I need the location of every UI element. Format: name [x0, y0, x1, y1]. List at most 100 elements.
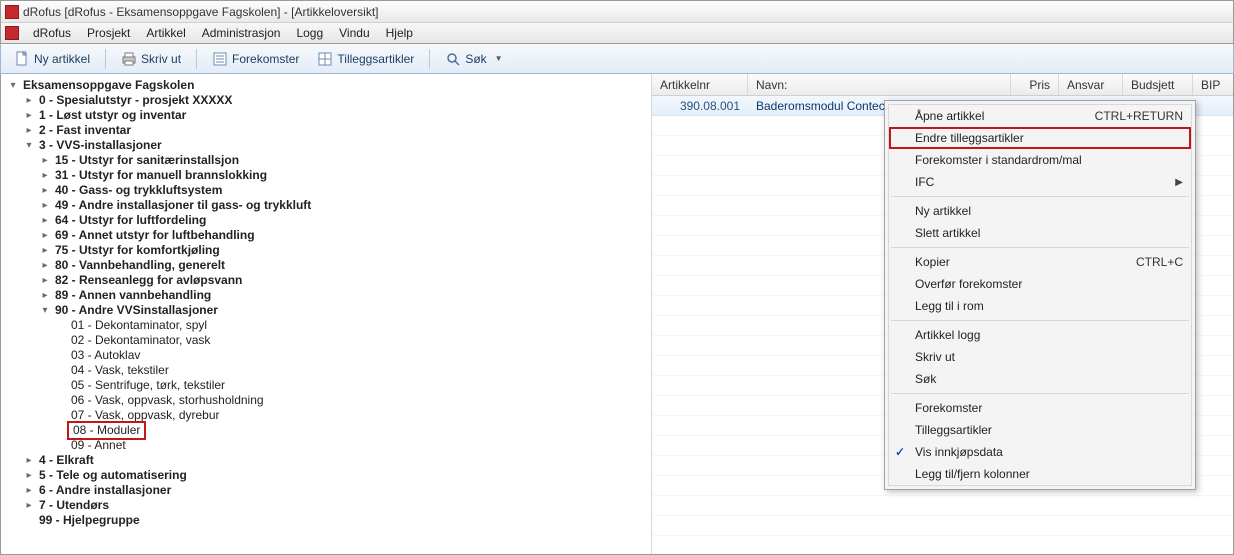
- ctx-article-log[interactable]: Artikkel logg: [889, 324, 1191, 346]
- expand-icon[interactable]: [39, 215, 51, 227]
- ctx-show-purchase-data[interactable]: ✓ Vis innkjøpsdata: [889, 441, 1191, 463]
- expand-icon[interactable]: [23, 500, 35, 512]
- ctx-search[interactable]: Søk: [889, 368, 1191, 390]
- ctx-addon-articles[interactable]: Tilleggsartikler: [889, 419, 1191, 441]
- expand-icon[interactable]: [23, 140, 35, 152]
- tree-leaf[interactable]: 09 - Annet: [55, 438, 649, 453]
- article-tree[interactable]: Eksamensoppgave Fagskolen 0 - Spesialuts…: [3, 78, 649, 528]
- tree-node[interactable]: 90 - Andre VVSinstallasjoner: [39, 303, 649, 318]
- menu-administrasjon[interactable]: Administrasjon: [194, 24, 289, 42]
- tree-node[interactable]: 1 - Løst utstyr og inventar: [23, 108, 649, 123]
- menu-prosjekt[interactable]: Prosjekt: [79, 24, 138, 42]
- expand-icon[interactable]: [39, 155, 51, 167]
- tree-node[interactable]: 0 - Spesialutstyr - prosjekt XXXXX: [23, 93, 649, 108]
- toolbar-label: Tilleggsartikler: [337, 52, 414, 66]
- tree-node[interactable]: 15 - Utstyr for sanitærinstallsjon: [39, 153, 649, 168]
- tree-leaf[interactable]: 06 - Vask, oppvask, storhusholdning: [55, 393, 649, 408]
- column-header-artikkelnr[interactable]: Artikkelnr: [652, 74, 748, 95]
- ctx-label: Legg til/fjern kolonner: [915, 467, 1030, 481]
- tree-leaf-selected[interactable]: 08 - Moduler: [55, 423, 649, 438]
- menu-vindu[interactable]: Vindu: [331, 24, 377, 42]
- column-header-pris[interactable]: Pris: [1011, 74, 1059, 95]
- tree-node[interactable]: 40 - Gass- og trykkluftsystem: [39, 183, 649, 198]
- tree-label: 1 - Løst utstyr og inventar: [37, 108, 188, 123]
- ctx-copy[interactable]: Kopier CTRL+C: [889, 251, 1191, 273]
- menu-drofus[interactable]: dRofus: [25, 24, 79, 42]
- ctx-occurrences-standardroom[interactable]: Forekomster i standardrom/mal: [889, 149, 1191, 171]
- expand-icon: [55, 440, 67, 452]
- ctx-transfer-occurrences[interactable]: Overfør forekomster: [889, 273, 1191, 295]
- tree-node[interactable]: 49 - Andre installasjoner til gass- og t…: [39, 198, 649, 213]
- addon-articles-button[interactable]: Tilleggsartikler: [310, 47, 421, 71]
- tree-leaf[interactable]: 02 - Dekontaminator, vask: [55, 333, 649, 348]
- expand-icon[interactable]: [39, 200, 51, 212]
- tree-node[interactable]: 69 - Annet utstyr for luftbehandling: [39, 228, 649, 243]
- ctx-add-to-room[interactable]: Legg til i rom: [889, 295, 1191, 317]
- ctx-print[interactable]: Skriv ut: [889, 346, 1191, 368]
- tree-label: 64 - Utstyr for luftfordeling: [53, 213, 208, 228]
- expand-icon[interactable]: [39, 305, 51, 317]
- ctx-label: Vis innkjøpsdata: [915, 445, 1003, 459]
- expand-icon[interactable]: [23, 470, 35, 482]
- expand-icon[interactable]: [23, 125, 35, 137]
- menu-artikkel[interactable]: Artikkel: [138, 24, 193, 42]
- ctx-occurrences[interactable]: Forekomster: [889, 397, 1191, 419]
- tree-node[interactable]: 80 - Vannbehandling, generelt: [39, 258, 649, 273]
- toolbar: Ny artikkel Skriv ut Forekomster Tillegg…: [0, 44, 1234, 74]
- tree-leaf[interactable]: 05 - Sentrifuge, tørk, tekstiler: [55, 378, 649, 393]
- ctx-add-remove-columns[interactable]: Legg til/fjern kolonner: [889, 463, 1191, 485]
- column-header-bip[interactable]: BIP: [1193, 74, 1233, 95]
- column-header-navn[interactable]: Navn:: [748, 74, 1011, 95]
- tree-node[interactable]: 4 - Elkraft: [23, 453, 649, 468]
- expand-icon[interactable]: [39, 260, 51, 272]
- tree-node[interactable]: 6 - Andre installasjoner: [23, 483, 649, 498]
- tree-node[interactable]: 3 - VVS-installasjoner: [23, 138, 649, 153]
- expand-icon[interactable]: [39, 170, 51, 182]
- tree-label: 75 - Utstyr for komfortkjøling: [53, 243, 222, 258]
- new-article-button[interactable]: Ny artikkel: [7, 47, 97, 71]
- ctx-label: Kopier: [915, 255, 950, 269]
- expand-icon[interactable]: [23, 485, 35, 497]
- expand-icon: [55, 380, 67, 392]
- menu-hjelp[interactable]: Hjelp: [378, 24, 421, 42]
- ctx-delete-article[interactable]: Slett artikkel: [889, 222, 1191, 244]
- tree-node[interactable]: 82 - Renseanlegg for avløpsvann: [39, 273, 649, 288]
- occurrences-button[interactable]: Forekomster: [205, 47, 306, 71]
- toolbar-label: Forekomster: [232, 52, 299, 66]
- expand-icon[interactable]: [23, 110, 35, 122]
- tree-leaf[interactable]: 03 - Autoklav: [55, 348, 649, 363]
- column-header-ansvar[interactable]: Ansvar: [1059, 74, 1123, 95]
- expand-icon[interactable]: [23, 455, 35, 467]
- ctx-open-article[interactable]: Åpne artikkel CTRL+RETURN: [889, 105, 1191, 127]
- tree-node[interactable]: 5 - Tele og automatisering: [23, 468, 649, 483]
- tree-leaf[interactable]: 01 - Dekontaminator, spyl: [55, 318, 649, 333]
- tree-label: 89 - Annen vannbehandling: [53, 288, 213, 303]
- tree-root[interactable]: Eksamensoppgave Fagskolen: [7, 78, 649, 93]
- tree-node[interactable]: 31 - Utstyr for manuell brannslokking: [39, 168, 649, 183]
- tree-leaf[interactable]: 99 - Hjelpegruppe: [23, 513, 649, 528]
- expand-icon[interactable]: [39, 275, 51, 287]
- tree-node[interactable]: 89 - Annen vannbehandling: [39, 288, 649, 303]
- column-header-budsjett[interactable]: Budsjett: [1123, 74, 1193, 95]
- print-button[interactable]: Skriv ut: [114, 47, 188, 71]
- ctx-ifc[interactable]: IFC ▶: [889, 171, 1191, 193]
- tree-leaf[interactable]: 04 - Vask, tekstiler: [55, 363, 649, 378]
- tree-node[interactable]: 64 - Utstyr for luftfordeling: [39, 213, 649, 228]
- tree-node[interactable]: 75 - Utstyr for komfortkjøling: [39, 243, 649, 258]
- expand-icon[interactable]: [23, 95, 35, 107]
- ctx-new-article[interactable]: Ny artikkel: [889, 200, 1191, 222]
- ctx-edit-addon-articles[interactable]: Endre tilleggsartikler: [889, 127, 1191, 149]
- expand-icon[interactable]: [7, 80, 19, 92]
- menu-logg[interactable]: Logg: [288, 24, 331, 42]
- search-button[interactable]: Søk ▼: [438, 47, 509, 71]
- tree-pane[interactable]: Eksamensoppgave Fagskolen 0 - Spesialuts…: [1, 74, 651, 554]
- expand-icon[interactable]: [39, 290, 51, 302]
- list-icon: [212, 51, 228, 67]
- tree-node[interactable]: 7 - Utendørs: [23, 498, 649, 513]
- expand-icon[interactable]: [39, 245, 51, 257]
- ctx-separator: [891, 247, 1189, 248]
- expand-icon[interactable]: [39, 185, 51, 197]
- tree-node[interactable]: 2 - Fast inventar: [23, 123, 649, 138]
- expand-icon[interactable]: [39, 230, 51, 242]
- tree-label: 6 - Andre installasjoner: [37, 483, 173, 498]
